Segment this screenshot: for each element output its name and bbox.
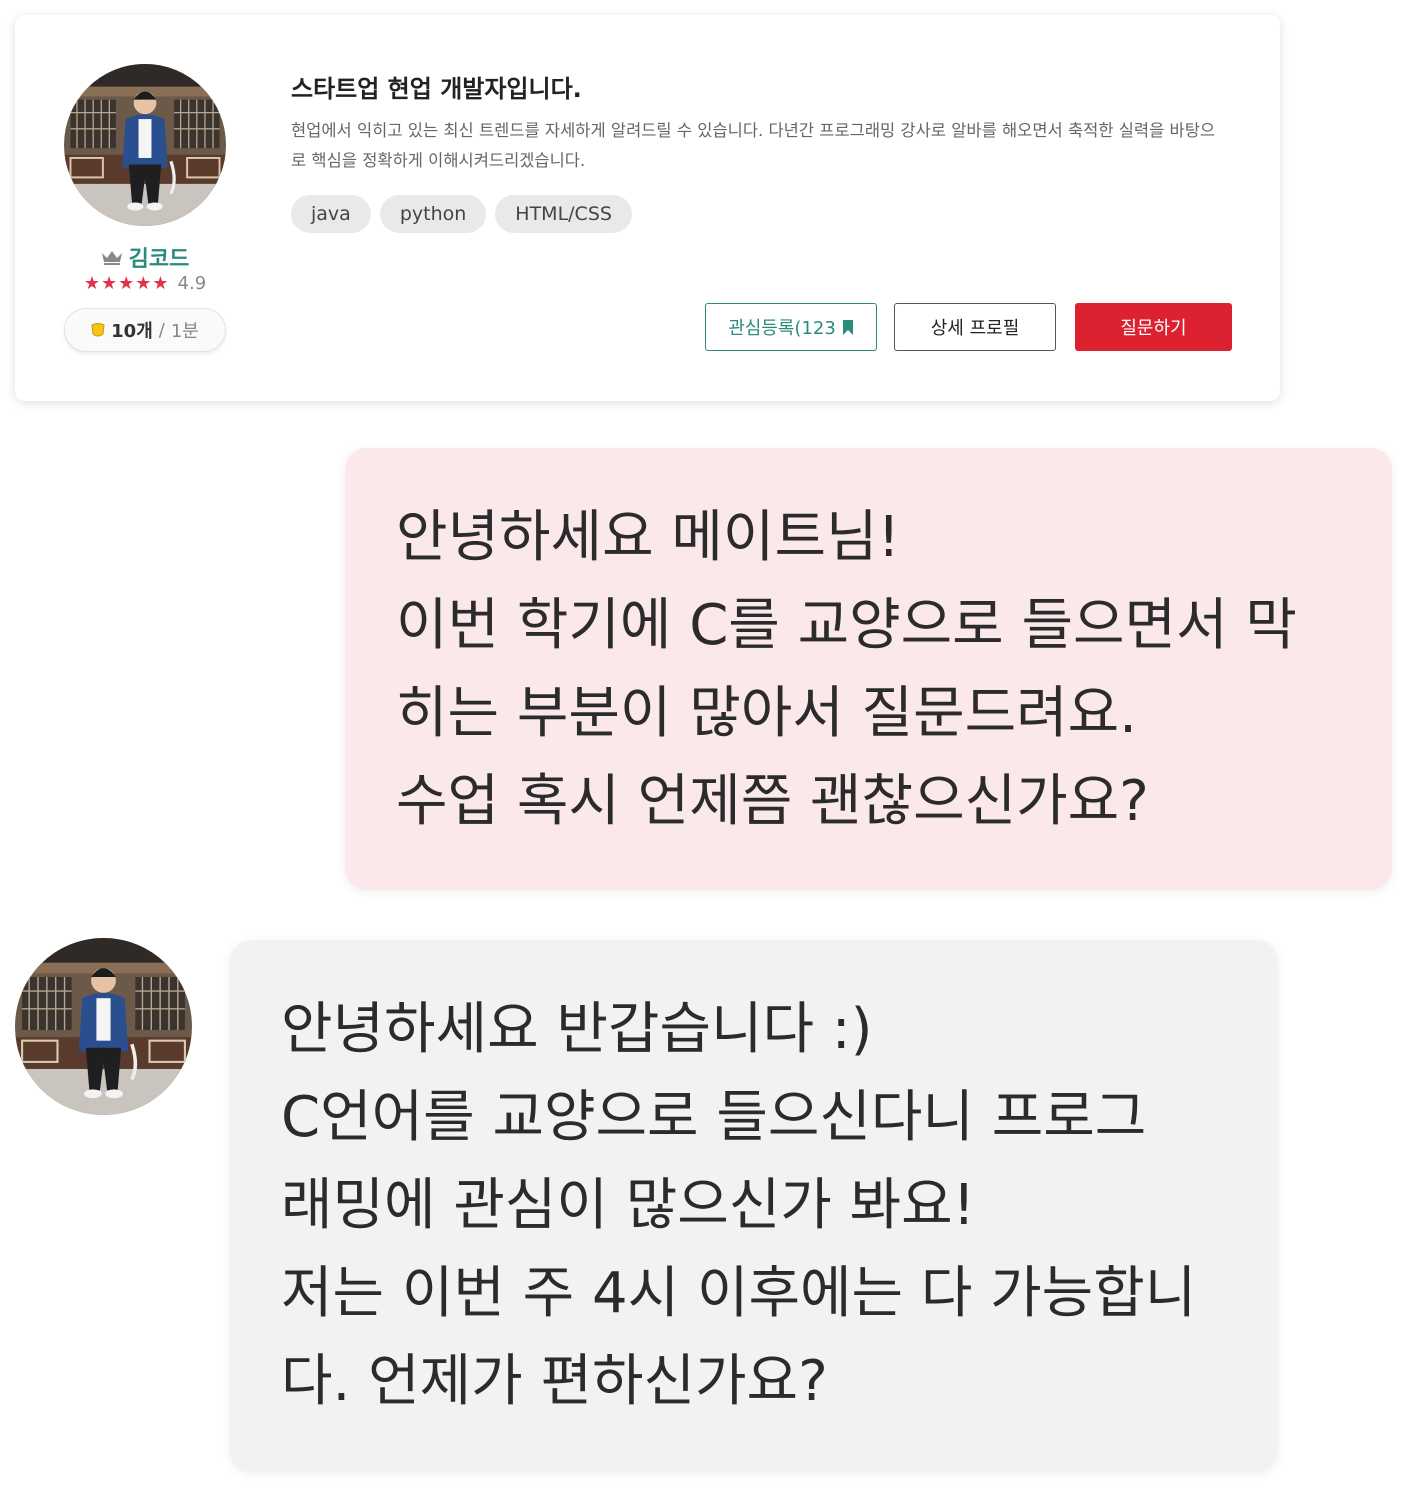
message-line: 다. 언제가 편하신가요? <box>281 1349 828 1414</box>
mentor-chat-avatar[interactable] <box>15 938 192 1115</box>
received-message-bubble: 안녕하세요 반갑습니다 :) C언어를 교양으로 들으신다니 프로그 래밍에 관… <box>230 940 1278 1472</box>
follow-button-label: 관심등록(123 <box>728 318 836 339</box>
profile-description: 현업에서 익히고 있는 최신 트렌드를 자세하게 알려드릴 수 있습니다. 다년… <box>291 121 1216 170</box>
coin-icon <box>91 323 105 337</box>
mentor-profile-card: 김코드 ★★★★★ 4.9 10개 / 1분 스타트업 현업 개발자입니다. 현… <box>15 15 1280 401</box>
follow-button[interactable]: 관심등록(123 <box>705 303 877 351</box>
message-line: 래밍에 관심이 많으신가 봐요! <box>281 1173 976 1238</box>
message-line: 이번 학기에 C를 교양으로 들으면서 막 <box>396 593 1297 658</box>
tag-html-css[interactable]: HTML/CSS <box>495 195 632 233</box>
stats-separator: / <box>158 319 165 341</box>
detail-profile-button[interactable]: 상세 프로필 <box>894 303 1056 351</box>
tag-java[interactable]: java <box>291 195 371 233</box>
tag-python[interactable]: python <box>379 195 487 233</box>
detail-profile-label: 상세 프로필 <box>930 318 1020 339</box>
avatar-image <box>64 64 226 226</box>
answer-stats-badge: 10개 / 1분 <box>64 308 226 352</box>
mentor-avatar[interactable] <box>64 64 226 226</box>
message-line: 안녕하세요 메이트님! <box>396 505 900 570</box>
message-line: 저는 이번 주 4시 이후에는 다 가능합니 <box>281 1261 1197 1326</box>
message-line: C언어를 교양으로 들으신다니 프로그 <box>281 1085 1147 1150</box>
sent-message-bubble: 안녕하세요 메이트님! 이번 학기에 C를 교양으로 들으면서 막 히는 부분이… <box>345 448 1392 890</box>
bookmark-icon <box>842 319 853 335</box>
ask-question-button[interactable]: 질문하기 <box>1075 303 1232 351</box>
response-time: 1분 <box>170 321 199 342</box>
answer-count: 10개 <box>111 321 153 342</box>
skill-tags: java python HTML/CSS <box>291 195 632 233</box>
mentor-name[interactable]: 김코드 <box>129 241 190 273</box>
mentor-name-row: 김코드 <box>55 241 235 273</box>
message-line: 수업 혹시 언제쯤 괜찮으신가요? <box>396 769 1149 834</box>
ask-question-label: 질문하기 <box>1120 318 1187 339</box>
avatar-image <box>15 938 192 1115</box>
star-rating-icon: ★★★★★ <box>83 273 170 294</box>
crown-icon <box>101 251 122 265</box>
rating-row: ★★★★★ 4.9 <box>55 273 235 294</box>
rating-value: 4.9 <box>177 273 207 294</box>
message-line: 안녕하세요 반갑습니다 :) <box>281 997 873 1062</box>
message-line: 히는 부분이 많아서 질문드려요. <box>396 681 1137 746</box>
profile-headline: 스타트업 현업 개발자입니다. <box>291 75 582 103</box>
